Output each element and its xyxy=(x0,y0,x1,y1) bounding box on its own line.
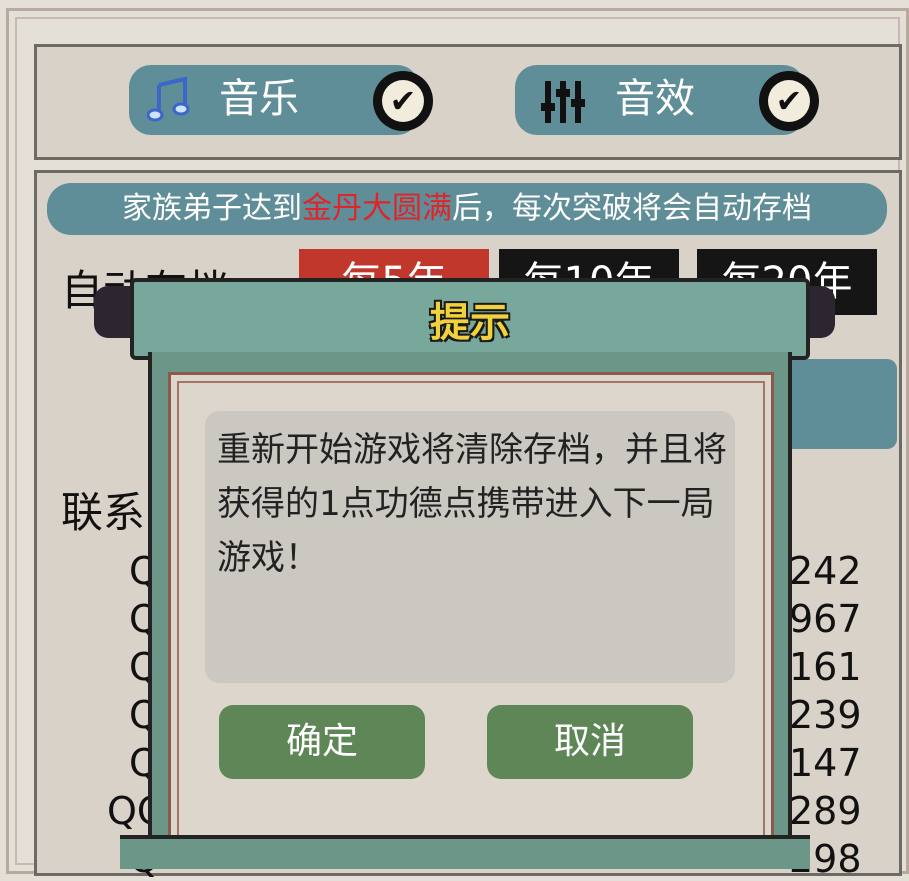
music-note-icon xyxy=(147,77,190,122)
dialog: 重新开始游戏将清除存档，并且将获得的1点功德点携带进入下一局游戏！ 确定 取消 xyxy=(148,352,792,862)
sfx-checkbox[interactable]: ✔ xyxy=(759,71,819,131)
music-checkbox[interactable]: ✔ xyxy=(373,71,433,131)
side-button[interactable] xyxy=(777,359,897,449)
message-box: 重新开始游戏将清除存档，并且将获得的1点功德点携带进入下一局游戏！ xyxy=(205,411,735,683)
dialog-footer xyxy=(120,835,810,869)
qq-right-1: 242 xyxy=(789,549,862,593)
dialog-message: 重新开始游戏将清除存档，并且将获得的1点功德点携带进入下一局游戏！ xyxy=(217,430,727,578)
notice-text-start: 家族弟子达到 xyxy=(122,191,302,226)
notice-highlight: 金丹大圆满 xyxy=(302,191,452,226)
music-toggle[interactable]: 音乐 ✔ xyxy=(129,65,433,135)
sfx-label: 音效 xyxy=(615,76,695,122)
sfx-toggle[interactable]: 音效 ✔ xyxy=(515,65,819,135)
cancel-button[interactable]: 取消 xyxy=(487,705,693,779)
sound-settings-panel: 音乐 ✔ 音效 ✔ xyxy=(34,44,902,160)
dialog-paper: 重新开始游戏将清除存档，并且将获得的1点功德点携带进入下一局游戏！ 确定 取消 xyxy=(168,372,774,846)
contact-label: 联系 xyxy=(61,488,146,537)
confirm-button[interactable]: 确定 xyxy=(219,705,425,779)
autosave-notice: 家族弟子达到金丹大圆满后，每次突破将会自动存档 xyxy=(47,183,887,235)
notice-text-end: 后，每次突破将会自动存档 xyxy=(452,191,812,226)
qq-right-6: 289 xyxy=(789,789,862,833)
dialog-title: 提示 xyxy=(430,300,510,346)
checkmark-icon: ✔ xyxy=(768,80,810,122)
qq-right-5: 147 xyxy=(789,741,862,785)
checkmark-icon: ✔ xyxy=(382,80,424,122)
qq-right-4: 239 xyxy=(789,693,862,737)
dialog-header: 提示 xyxy=(130,278,810,360)
music-label: 音乐 xyxy=(219,76,299,122)
equalizer-icon xyxy=(541,81,585,123)
qq-right-3: 161 xyxy=(789,645,862,689)
qq-right-2: 967 xyxy=(789,597,862,641)
